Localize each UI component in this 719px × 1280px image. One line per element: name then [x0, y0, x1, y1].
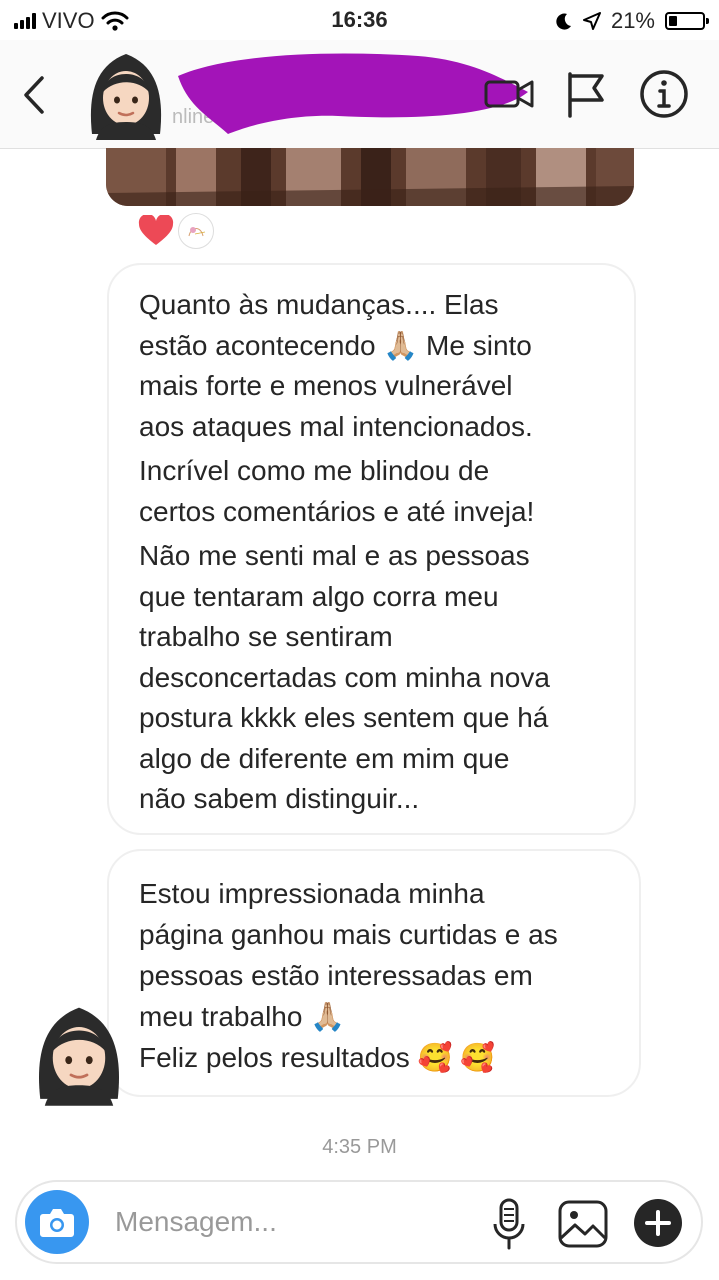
message-bubble[interactable]: Estou impressionada minha página ganhou …	[107, 849, 641, 1097]
status-bar-right: 21%	[555, 8, 709, 34]
shared-photo[interactable]	[106, 148, 634, 206]
camera-icon	[40, 1209, 74, 1237]
microphone-icon[interactable]	[487, 1196, 531, 1252]
battery-percent: 21%	[610, 8, 655, 33]
location-arrow-icon	[582, 12, 601, 30]
message-timestamp: 4:35 PM	[322, 1136, 397, 1158]
flag-icon[interactable]	[558, 66, 614, 122]
plus-icon[interactable]	[633, 1198, 683, 1248]
battery-icon	[665, 12, 709, 30]
reactor-avatar	[178, 213, 214, 249]
message-bubble[interactable]: Quanto às mudanças.... Elas estão aconte…	[107, 263, 636, 835]
status-bar: VIVO 16:36 21%	[0, 0, 719, 40]
gallery-icon[interactable]	[555, 1196, 611, 1252]
message-reactions[interactable]	[138, 213, 214, 249]
info-icon[interactable]	[636, 66, 692, 122]
message-text: Incrível como me blindou de certos comen…	[139, 455, 535, 527]
contact-avatar[interactable]	[76, 42, 176, 142]
message-input[interactable]	[115, 1200, 455, 1244]
heart-icon	[138, 215, 174, 245]
moon-icon	[556, 13, 571, 30]
camera-button[interactable]	[25, 1190, 89, 1254]
video-call-icon[interactable]	[482, 66, 538, 122]
message-text: Não me senti mal e as pessoas que tentar…	[139, 540, 550, 814]
sender-avatar[interactable]	[22, 994, 136, 1108]
chat-header: nline	[0, 40, 719, 149]
back-chevron-icon[interactable]	[18, 70, 54, 120]
message-text: Estou impressionada minha página ganhou …	[139, 878, 558, 1073]
message-composer	[15, 1180, 703, 1264]
message-text: Quanto às mudanças.... Elas estão aconte…	[139, 289, 533, 442]
